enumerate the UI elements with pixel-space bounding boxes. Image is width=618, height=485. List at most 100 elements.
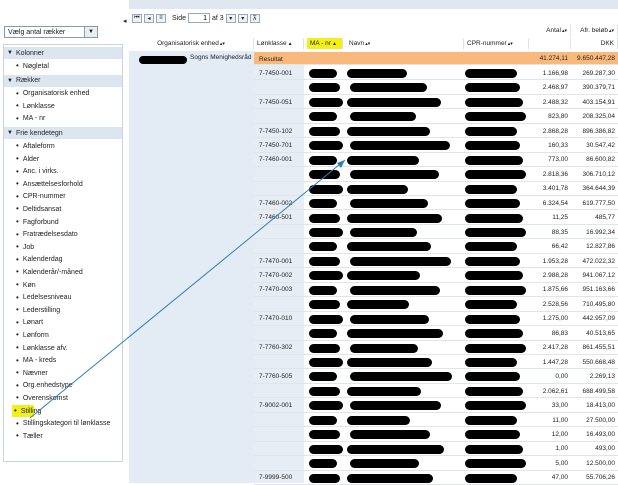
belob-cell: 941.067,12	[582, 272, 615, 280]
tree-item[interactable]: • MA - nr	[14, 113, 47, 125]
header-cpr-menu-icon[interactable]: ▴▾	[508, 41, 513, 47]
tree-item[interactable]: • Deltidsansat	[14, 203, 63, 215]
redacted-ma-nr	[309, 69, 337, 78]
antal-cell: 86,83	[551, 329, 568, 337]
bullet-icon: •	[16, 61, 19, 70]
tree-item[interactable]: • Nøgletal	[14, 60, 51, 72]
antal-cell: 2.488,32	[542, 98, 568, 106]
redacted-ma-nr	[309, 444, 343, 454]
export-button[interactable]: ⊼	[249, 13, 260, 23]
tree-item[interactable]: • Nævner	[14, 367, 50, 379]
tree-item[interactable]: • MA - kreds	[14, 355, 58, 367]
redacted-name	[347, 386, 421, 396]
header-lonklasse[interactable]: Lønklasse ▲	[254, 38, 304, 49]
header-org-unit-menu-icon[interactable]: ▴▾	[220, 41, 225, 47]
tree-item[interactable]: • Ledelsesniveau	[14, 292, 73, 304]
tree-item[interactable]: • Stilling	[12, 405, 41, 417]
antal-cell: 66,42	[551, 243, 568, 251]
expand-arrow-icon[interactable]: ▼	[7, 78, 13, 84]
tree-item[interactable]: • Anc. i virks.	[14, 166, 61, 178]
header-navn-menu-icon[interactable]: ▴▾	[365, 41, 370, 47]
redacted-cpr	[465, 473, 517, 483]
lonklasse-cell: 7-7760-302	[259, 344, 293, 352]
tree-item-label: Overenskomst	[22, 394, 68, 402]
redacted-name	[347, 213, 442, 223]
last-page-button[interactable]: ▾	[237, 13, 248, 23]
header-antal[interactable]: Antal ▴▾	[529, 25, 571, 36]
redacted-ma-nr	[309, 141, 343, 151]
bullet-icon: •	[16, 330, 19, 340]
redacted-name	[347, 126, 430, 136]
tree-item[interactable]: • Org.enhedstype	[14, 380, 75, 392]
refresh-button[interactable]: ≡	[156, 13, 166, 23]
tree-item[interactable]: • Overenskomst	[14, 392, 70, 404]
header-afr-belob[interactable]: Afr. beløb ▴▾	[571, 25, 618, 36]
tree-item[interactable]: • Køn	[14, 279, 38, 291]
first-page-button[interactable]: ⏮	[132, 13, 142, 23]
page-of-label: af 3	[212, 14, 224, 22]
tree-section[interactable]: ▼ Frie kendetegn	[4, 127, 122, 140]
tree-item[interactable]: • Lønklasse	[14, 100, 57, 112]
belob-cell: 27.500,00	[586, 416, 615, 424]
header-unit[interactable]: DKK	[571, 38, 618, 49]
tree-item[interactable]: • Alder	[14, 153, 41, 165]
tree-item-label: Lederstilling	[22, 306, 61, 314]
expand-arrow-icon[interactable]: ▼	[7, 50, 13, 56]
redacted-ma-nr	[309, 459, 337, 469]
antal-cell: 33,00	[551, 402, 568, 410]
header-ma-nr[interactable]: MA - nr ▲	[307, 38, 343, 49]
tree-item[interactable]: • Lønform	[14, 329, 51, 341]
tree-item-label: Tæller	[22, 432, 43, 440]
chevron-down-icon[interactable]: ▼	[84, 26, 98, 38]
bullet-icon: •	[16, 317, 19, 327]
tree-item[interactable]: • Tæller	[14, 430, 45, 442]
tree-item[interactable]: • CPR-nummer	[14, 191, 68, 203]
prev-page-button[interactable]: ◂	[144, 13, 154, 23]
page-label: Side	[172, 14, 187, 22]
antal-cell: 773,00	[548, 156, 568, 164]
expand-arrow-icon[interactable]: ▼	[7, 130, 13, 136]
redacted-name	[350, 401, 441, 411]
tree-item[interactable]: • Job	[14, 241, 36, 253]
bullet-icon: •	[16, 292, 19, 302]
header-navn[interactable]: Navn ▴▾	[346, 38, 464, 49]
antal-cell: 1.166,98	[542, 69, 568, 77]
tree-item-label: Kalenderdag	[22, 256, 63, 264]
tree-item[interactable]: • Organisatorisk enhed	[14, 88, 91, 100]
redacted-name	[347, 329, 443, 339]
tree-item[interactable]: • Kalenderår/-måned	[14, 266, 85, 278]
next-page-button[interactable]: ▾	[225, 13, 236, 23]
bullet-icon: •	[16, 154, 19, 163]
header-lonklasse-menu-icon[interactable]: ▲	[288, 41, 293, 47]
tree-item[interactable]: • Stillingskategori til lønklasse	[14, 418, 112, 430]
redacted-name	[347, 155, 419, 165]
tree-item[interactable]: • Kalenderdag	[14, 254, 65, 266]
header-antal-blank[interactable]	[529, 38, 571, 49]
belob-cell: 12.827,86	[586, 243, 615, 251]
header-afr-belob-menu-icon[interactable]: ▴▾	[609, 28, 614, 34]
tree-item[interactable]: • Fratrædelsesdato	[14, 229, 80, 241]
header-ma-nr-menu-icon[interactable]: ▲	[332, 41, 337, 47]
tree-item[interactable]: • Lederstilling	[14, 304, 62, 316]
header-cpr[interactable]: CPR-nummer ▴▾	[464, 38, 529, 49]
page-input[interactable]	[188, 13, 211, 23]
pager: ⏮ ◂ ≡ Side af 3 ▾ ▾ ⊼	[129, 12, 618, 24]
header-org-unit[interactable]: Organisatorisk enhed ▴▾	[129, 38, 254, 49]
redacted-cpr	[465, 314, 520, 324]
tree-item[interactable]: • Fagforbund	[14, 216, 61, 228]
header-ma-nr-label: MA - nr	[310, 40, 331, 47]
tree-section[interactable]: ▼ Kolonner	[4, 47, 122, 59]
lonklasse-cell: 7-7470-001	[259, 257, 293, 265]
belob-cell: 86.600,82	[586, 156, 615, 164]
tree-section[interactable]: ▼ Rækker	[4, 74, 122, 87]
header-navn-label: Navn	[349, 40, 365, 47]
bullet-icon: •	[14, 406, 17, 415]
redacted-ma-nr	[309, 242, 337, 252]
header-antal-menu-icon[interactable]: ▴▾	[562, 28, 567, 34]
tree-item[interactable]: • Lønklasse afv.	[14, 342, 69, 354]
antal-cell: 12,00	[551, 430, 568, 438]
antal-cell: 3.401,78	[542, 185, 568, 193]
tree-item[interactable]: • Lønart	[14, 317, 45, 329]
tree-item[interactable]: • Aftaleform	[14, 140, 57, 152]
tree-item[interactable]: • Ansættelsesforhold	[14, 178, 85, 190]
